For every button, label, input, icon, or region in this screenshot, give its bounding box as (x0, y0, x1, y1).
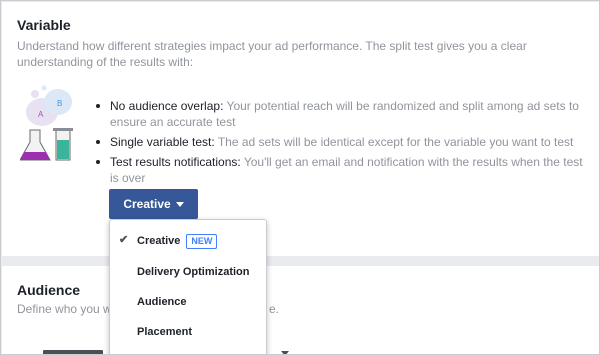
audience-title: Audience (17, 282, 81, 298)
audience-description: Define who you wa (17, 302, 119, 316)
label-a: A (38, 110, 44, 119)
lab-flask-icon: A B (20, 85, 73, 161)
menu-item-label: Delivery Optimization (137, 266, 250, 278)
variable-title: Variable (17, 17, 71, 33)
menu-item-delivery-optimization[interactable]: Delivery Optimization (110, 259, 266, 285)
new-badge: NEW (186, 233, 218, 249)
bullet-bold: Single variable test: (110, 135, 215, 149)
bullet-text: The ad sets will be identical except for… (214, 135, 574, 149)
partial-label (43, 350, 103, 354)
audience-card: Audience Define who you wa e. (2, 266, 599, 354)
page-frame: Variable Understand how different strate… (0, 0, 600, 355)
menu-item-label: Audience (137, 296, 187, 308)
menu-item-label: Placement (137, 326, 193, 338)
feature-list: No audience overlap: Your potential reac… (94, 98, 594, 190)
variable-card: Variable Understand how different strate… (2, 2, 599, 256)
variable-dropdown-button[interactable]: Creative (109, 189, 198, 219)
menu-item-audience[interactable]: Audience (110, 289, 266, 315)
menu-item-placement[interactable]: Placement (110, 319, 266, 345)
menu-item-creative[interactable]: ✔ Creative NEW (110, 228, 266, 254)
menu-item-label: Creative (137, 235, 181, 247)
caret-down-icon (175, 201, 184, 207)
label-b: B (57, 99, 62, 108)
bullet-bold: Test results notifications: (110, 155, 241, 169)
dropdown-button-label: Creative (123, 197, 171, 211)
list-item: Test results notifications: You'll get a… (94, 154, 594, 186)
variable-description: Understand how different strategies impa… (17, 39, 527, 69)
audience-description-tail: e. (269, 302, 280, 316)
caret-down-icon (281, 351, 289, 354)
list-item: Single variable test: The ad sets will b… (94, 134, 594, 150)
bullet-bold: No audience overlap: (110, 99, 224, 113)
list-item: No audience overlap: Your potential reac… (94, 98, 594, 130)
variable-dropdown-menu: ✔ Creative NEW Delivery Optimization Aud… (109, 219, 267, 354)
check-icon: ✔ (119, 234, 129, 246)
